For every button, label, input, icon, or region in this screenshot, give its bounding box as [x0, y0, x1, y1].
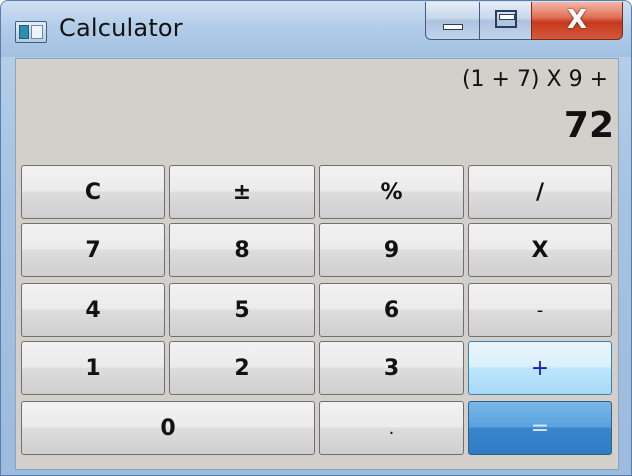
caption-buttons: X — [425, 2, 623, 40]
multiply-button[interactable]: X — [468, 223, 612, 277]
window-title: Calculator — [59, 14, 183, 42]
calculator-app-icon-screen — [19, 25, 29, 39]
calculator-app-icon-keys — [31, 25, 43, 39]
result-readout: 72 — [563, 105, 614, 146]
expression-readout: (1 + 7) X 9 + — [461, 67, 608, 92]
digit-0-button[interactable]: 0 — [21, 401, 315, 455]
add-button[interactable]: + — [468, 341, 612, 395]
calculator-body: (1 + 7) X 9 + 72 C ± % / 7 8 9 X 4 5 6 -… — [15, 58, 619, 470]
calculator-window: Calculator X (1 + 7) X 9 + 72 C ± % / 7 — [0, 0, 632, 476]
digit-3-button[interactable]: 3 — [319, 341, 464, 395]
close-button[interactable]: X — [531, 2, 623, 40]
maximize-icon — [495, 10, 517, 28]
digit-7-button[interactable]: 7 — [21, 223, 165, 277]
subtract-button[interactable]: - — [468, 283, 612, 337]
digit-8-button[interactable]: 8 — [169, 223, 315, 277]
calculator-app-icon[interactable] — [15, 21, 47, 43]
digit-5-button[interactable]: 5 — [169, 283, 315, 337]
equals-button[interactable]: = — [468, 401, 612, 455]
minimize-button[interactable] — [425, 2, 479, 40]
digit-2-button[interactable]: 2 — [169, 341, 315, 395]
calculator-display: (1 + 7) X 9 + 72 — [16, 59, 618, 159]
digit-9-button[interactable]: 9 — [319, 223, 464, 277]
maximize-button[interactable] — [479, 2, 531, 40]
clear-button[interactable]: C — [21, 165, 165, 219]
close-icon: X — [566, 5, 588, 35]
percent-button[interactable]: % — [319, 165, 464, 219]
title-bar[interactable]: Calculator X — [1, 1, 631, 57]
digit-6-button[interactable]: 6 — [319, 283, 464, 337]
digit-1-button[interactable]: 1 — [21, 341, 165, 395]
divide-button[interactable]: / — [468, 165, 612, 219]
digit-4-button[interactable]: 4 — [21, 283, 165, 337]
keypad: C ± % / 7 8 9 X 4 5 6 - 1 2 3 + 0 . = — [21, 165, 617, 457]
decimal-button[interactable]: . — [319, 401, 464, 455]
minimize-icon — [443, 24, 463, 30]
plus-minus-button[interactable]: ± — [169, 165, 315, 219]
